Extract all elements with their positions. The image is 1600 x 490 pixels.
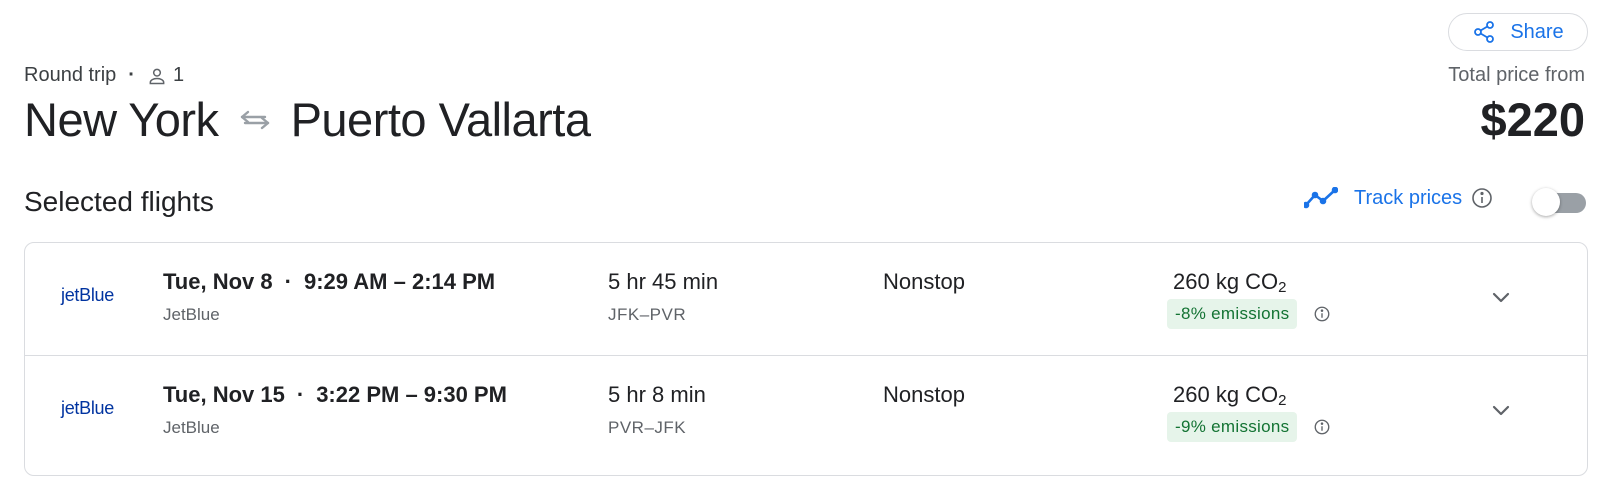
flight-date: Tue, Nov 15 [163,382,285,407]
flight-times: 9:29 AM – 2:14 PM [303,269,496,294]
flight-schedule: Tue, Nov 15 · 3:22 PM – 9:30 PM [163,382,507,408]
share-icon [1474,21,1495,43]
airline-name: JetBlue [163,418,220,437]
share-label: Share [1510,20,1564,43]
trip-type: Round trip [24,64,117,86]
airline-name: JetBlue [163,305,220,324]
separator-dot: · [128,64,135,86]
passenger-count: 1 [172,64,185,86]
flight-duration: 5 hr 45 min [608,269,719,294]
emissions-badge: -9% emissions [1167,412,1298,442]
toggle-knob [1532,188,1560,216]
selected-flights-title: Selected flights [24,186,214,217]
flight-duration: 5 hr 8 min [608,382,706,407]
track-prices-label[interactable]: Track prices [1354,187,1462,210]
flights-card: jetBlue Tue, Nov 8 · 9:29 AM – 2:14 PM Jet… [24,242,1588,476]
emissions-info-icon[interactable] [1313,305,1331,323]
trip-meta: Round trip · 1 [24,64,184,87]
flight-times: 3:22 PM – 9:30 PM [316,382,507,407]
emissions-info-icon[interactable] [1313,418,1331,436]
chevron-down-icon[interactable] [1489,398,1513,422]
flight-date: Tue, Nov 8 [163,269,273,294]
flight-row-outbound[interactable]: jetBlue Tue, Nov 8 · 9:29 AM – 2:14 PM Jet… [25,243,1587,355]
emissions-badge: -8% emissions [1167,299,1298,329]
co2-amount: 260 kg CO2 [1173,269,1287,296]
origin-city: New York [24,93,219,146]
flight-airports: JFK–PVR [608,305,687,324]
jetblue-logo: jetBlue [61,398,114,418]
total-price-label: Total price from [1448,64,1585,86]
flight-stops: Nonstop [883,382,965,407]
separator-dot: · [284,269,292,294]
separator-dot: · [296,382,305,407]
total-price-value: $220 [1480,93,1585,146]
share-button[interactable]: Share [1448,13,1588,51]
co2-amount: 260 kg CO2 [1173,382,1287,409]
info-icon[interactable] [1470,186,1494,210]
track-prices[interactable]: Track prices [1304,186,1494,210]
flight-schedule: Tue, Nov 8 · 9:29 AM – 2:14 PM [163,269,495,295]
chevron-down-icon[interactable] [1489,285,1513,309]
destination-city: Puerto Vallarta [290,93,591,146]
trend-icon [1304,187,1338,209]
flight-airports: PVR–JFK [608,418,687,437]
round-trip-arrows-icon [239,106,271,134]
jetblue-logo: jetBlue [61,285,114,305]
flight-stops: Nonstop [883,269,965,294]
route-heading: New York Puerto Vallarta [24,92,591,147]
person-icon [149,68,165,84]
flight-row-return[interactable]: jetBlue Tue, Nov 15 · 3:22 PM – 9:30 PM Je… [25,355,1587,467]
track-prices-toggle[interactable] [1532,188,1588,216]
